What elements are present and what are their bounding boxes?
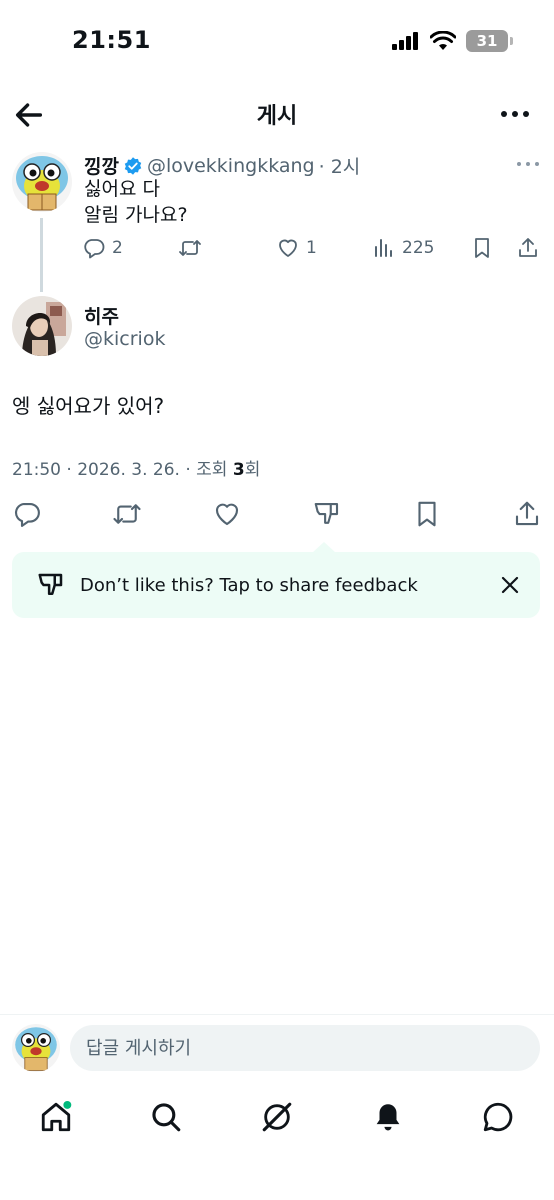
close-icon[interactable] [500,575,520,595]
search-icon[interactable] [149,1100,183,1134]
like-icon[interactable] [212,499,242,529]
parent-name-row: 낑깡 @lovekkingkkang · 2시 [84,152,360,179]
parent-like-button[interactable]: 1 [276,236,317,260]
views-icon [375,239,392,257]
dislike-icon[interactable] [312,499,342,529]
parent-like-count: 1 [306,238,317,258]
share-icon [519,238,537,257]
compose-avatar [12,1024,60,1072]
bookmark-icon [475,238,489,258]
post-more-icon[interactable] [516,158,540,170]
thread-line [40,218,43,292]
reply-compose-input[interactable] [70,1025,540,1071]
retweet-icon [179,240,201,256]
post-timestamp: 21:50 · 2026. 3. 26. · 조회 [12,460,233,480]
messages-icon[interactable] [481,1100,515,1134]
feedback-banner[interactable]: Don’t like this? Tap to share feedback [12,552,540,618]
status-time: 21:51 [72,26,151,54]
feedback-text[interactable]: Don’t like this? Tap to share feedback [80,575,500,596]
parent-retweet-button[interactable] [178,236,202,260]
parent-share-button[interactable] [516,236,540,260]
verified-icon [124,156,142,175]
bookmark-icon[interactable] [412,499,442,529]
reply-avatar[interactable] [12,296,72,356]
like-icon [279,239,297,257]
retweet-icon[interactable] [112,499,142,529]
status-icons: 31 [392,30,513,52]
share-icon[interactable] [512,499,542,529]
home-icon[interactable] [39,1100,73,1134]
wifi-icon [430,31,456,50]
parent-view-count: 225 [402,238,435,258]
battery-indicator: 31 [466,30,513,52]
page-title: 게시 [256,104,298,129]
post-view-count[interactable]: 3 [233,460,245,480]
reply-icon[interactable] [12,499,42,529]
parent-post-time: · 2시 [318,156,361,178]
parent-reply-button[interactable]: 2 [82,236,123,260]
reply-author-handle[interactable]: @kicriok [84,328,165,350]
more-icon[interactable] [500,104,530,124]
reply-post-text: 엥 싫어요가 있어? [12,394,165,418]
parent-author-handle[interactable]: @lovekkingkkang [147,155,315,177]
parent-author-name[interactable]: 낑깡 [84,152,119,179]
parent-bookmark-button[interactable] [470,236,494,260]
bell-icon[interactable] [371,1100,405,1134]
dislike-icon [38,573,63,595]
parent-post-text: 싫어요 다 알림 가나요? [84,178,188,226]
post-view-suffix: 회 [244,460,261,480]
compose-divider [0,1014,554,1015]
parent-reply-count: 2 [112,238,123,258]
parent-views-button[interactable]: 225 [372,236,434,260]
reply-icon [84,239,105,259]
parent-avatar[interactable] [12,152,72,212]
grok-icon[interactable] [260,1100,294,1134]
post-meta: 21:50 · 2026. 3. 26. · 조회 3회 [12,455,260,480]
reply-author-name[interactable]: 히주 [84,302,119,329]
cellular-signal-icon [392,32,418,50]
